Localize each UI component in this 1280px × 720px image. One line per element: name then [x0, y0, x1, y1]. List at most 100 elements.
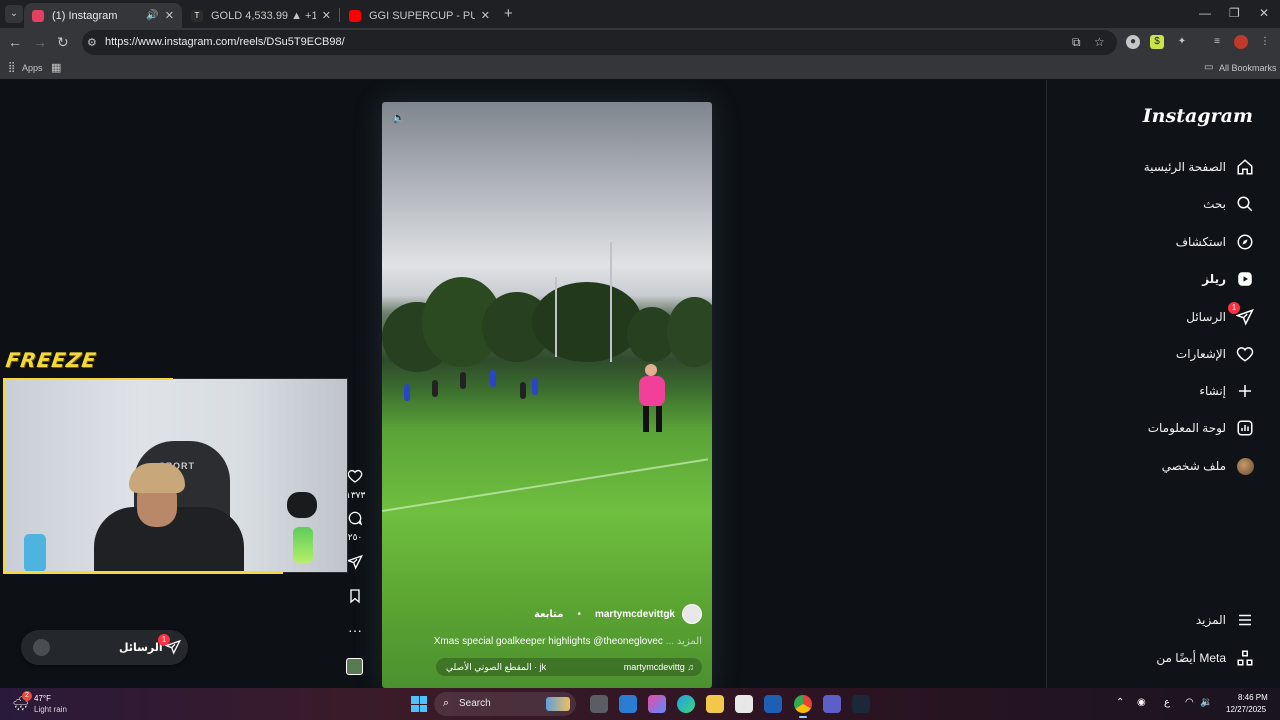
outlook-icon[interactable]: [619, 695, 637, 713]
install-app-icon[interactable]: ⧉: [1072, 35, 1081, 50]
nav-explore[interactable]: استكشاف: [1176, 231, 1254, 253]
nav-label: ريلز: [1202, 272, 1226, 286]
comment-button[interactable]: ٢٥٠: [346, 510, 364, 543]
close-tab-icon[interactable]: ✕: [481, 9, 490, 22]
reel-username[interactable]: martymcdevittgk: [595, 609, 675, 620]
task-view-icon[interactable]: [590, 695, 608, 713]
bookmarks-bar: ⣿ Apps ▦ ▭ All Bookmarks: [0, 57, 1280, 79]
start-button[interactable]: [411, 696, 427, 712]
menu-kebab-icon[interactable]: ⋮: [1258, 35, 1272, 49]
nav-also-from-meta[interactable]: أيضًا من Meta: [1156, 647, 1254, 669]
tab-search-button[interactable]: ⌄: [5, 5, 23, 23]
extension-icon[interactable]: ●: [1126, 35, 1140, 49]
copilot-icon[interactable]: [648, 695, 666, 713]
apps-grid-icon[interactable]: ⣿: [8, 62, 15, 73]
teams-icon[interactable]: [823, 695, 841, 713]
weather-description[interactable]: Light rain: [34, 705, 67, 714]
instagram-favicon-icon: [32, 9, 44, 22]
extensions-puzzle-icon[interactable]: ✦: [1175, 35, 1189, 49]
new-tab-button[interactable]: +: [504, 6, 513, 21]
player: [490, 370, 496, 387]
nav-search[interactable]: بحث: [1203, 193, 1254, 215]
nav-more[interactable]: المزيد: [1196, 609, 1254, 631]
goalkeeper: [637, 364, 667, 434]
pitch-line: [382, 458, 709, 512]
taskbar-search[interactable]: ⌕ Search: [434, 692, 576, 716]
reload-button[interactable]: ↻: [57, 34, 69, 50]
nav-label: استكشاف: [1175, 235, 1226, 249]
language-indicator[interactable]: ع: [1164, 697, 1170, 708]
volume-icon[interactable]: 🔉: [1200, 697, 1212, 708]
floodlight-pole: [555, 277, 557, 357]
reading-list-icon[interactable]: ≡: [1210, 35, 1224, 49]
tab-title: (1) Instagram: [52, 9, 118, 22]
floodlight-pole: [610, 242, 612, 362]
address-bar[interactable]: ⚙ https://www.instagram.com/reels/DSu5T9…: [82, 30, 1117, 55]
player: [460, 372, 466, 389]
save-button[interactable]: [346, 588, 364, 609]
webcam-border: [3, 378, 173, 380]
like-button[interactable]: ١٣٧٣: [346, 468, 365, 501]
tab-instagram[interactable]: (1) Instagram 🔊 ✕: [24, 3, 182, 28]
extension-icon[interactable]: $: [1150, 35, 1164, 49]
instagram-logo[interactable]: Instagram: [1143, 105, 1253, 127]
caption-more-link[interactable]: ... المزيد: [666, 636, 702, 647]
messages-pill[interactable]: الرسائل 1: [21, 630, 188, 665]
all-bookmarks-link[interactable]: All Bookmarks: [1219, 63, 1277, 73]
share-button[interactable]: [346, 554, 364, 575]
back-button[interactable]: ←: [8, 34, 22, 50]
compass-icon: [1236, 233, 1254, 251]
clock-time[interactable]: 8:46 PM: [1238, 693, 1268, 702]
discord-icon[interactable]: ◉: [1137, 697, 1146, 708]
steam-icon[interactable]: [852, 695, 870, 713]
follow-button[interactable]: متابعة: [534, 609, 564, 620]
audio-thumbnail[interactable]: [346, 658, 363, 675]
reel-author-avatar[interactable]: [682, 604, 702, 624]
nav-label: أيضًا من Meta: [1156, 651, 1226, 665]
nav-create[interactable]: إنشاء: [1199, 380, 1254, 402]
search-icon: [1236, 195, 1254, 213]
tree: [667, 297, 712, 367]
nav-label: المزيد: [1195, 613, 1226, 627]
more-options-button[interactable]: ···: [346, 623, 364, 637]
close-tab-icon[interactable]: ✕: [322, 9, 331, 22]
edge-icon[interactable]: [677, 695, 695, 713]
close-window-button[interactable]: ✕: [1259, 6, 1269, 20]
file-explorer-icon[interactable]: [706, 695, 724, 713]
forward-button[interactable]: →: [33, 34, 47, 50]
store-icon[interactable]: [735, 695, 753, 713]
heart-icon: [347, 469, 363, 483]
close-tab-icon[interactable]: ✕: [165, 9, 174, 22]
nav-notifications[interactable]: الإشعارات: [1176, 343, 1254, 365]
reel-video[interactable]: 🔈 متابعة • martymcdevittgk Xmas special …: [382, 102, 712, 688]
minimize-button[interactable]: —: [1199, 6, 1211, 20]
weather-temperature[interactable]: 47°F: [34, 694, 51, 703]
tray-chevron-icon[interactable]: ⌃: [1116, 697, 1124, 708]
site-info-icon[interactable]: ⚙: [87, 36, 97, 49]
windows-taskbar: 🌧 2 47°F Light rain ⌕ Search ⌃ ◉ ع ◠ 🔉 8…: [0, 688, 1280, 720]
speaker-icon[interactable]: 🔊: [146, 10, 158, 21]
apps-bookmark[interactable]: Apps: [22, 63, 43, 73]
nav-home[interactable]: الصفحة الرئيسية: [1144, 156, 1254, 178]
bookmark-star-icon[interactable]: ☆: [1094, 35, 1105, 49]
unread-badge: 1: [1228, 302, 1240, 314]
tab-groups-icon[interactable]: ▦: [51, 61, 61, 74]
tab-gold[interactable]: T GOLD 4,533.99 ▲ +1.22% Unn ✕: [183, 3, 339, 28]
wifi-icon[interactable]: ◠: [1185, 697, 1194, 708]
url-text[interactable]: https://www.instagram.com/reels/DSu5T9EC…: [105, 36, 345, 48]
nav-dashboard[interactable]: لوحة المعلومات: [1148, 417, 1254, 439]
profile-avatar[interactable]: [1234, 35, 1248, 49]
clock-date[interactable]: 12/27/2025: [1226, 705, 1266, 714]
chrome-icon[interactable]: [794, 695, 812, 718]
tab-pubg[interactable]: GGI SUPERCUP - PUBG Mobile ✕: [341, 3, 498, 28]
mute-speaker-icon[interactable]: 🔈: [392, 111, 406, 124]
nav-reels[interactable]: ريلز: [1202, 268, 1254, 290]
nav-profile[interactable]: ملف شخصي: [1162, 455, 1254, 477]
bookmark-icon: [350, 589, 360, 604]
security-shield-icon[interactable]: [764, 695, 782, 713]
restore-button[interactable]: ❐: [1229, 6, 1240, 20]
home-icon: [1236, 158, 1254, 176]
reel-audio-bar[interactable]: المقطع الصوتي الأصلي · jk martymcdevittg…: [436, 658, 702, 676]
browser-toolbar: ← → ↻ ⚙ https://www.instagram.com/reels/…: [0, 28, 1280, 57]
nav-messages[interactable]: الرسائل 1: [1186, 302, 1254, 328]
